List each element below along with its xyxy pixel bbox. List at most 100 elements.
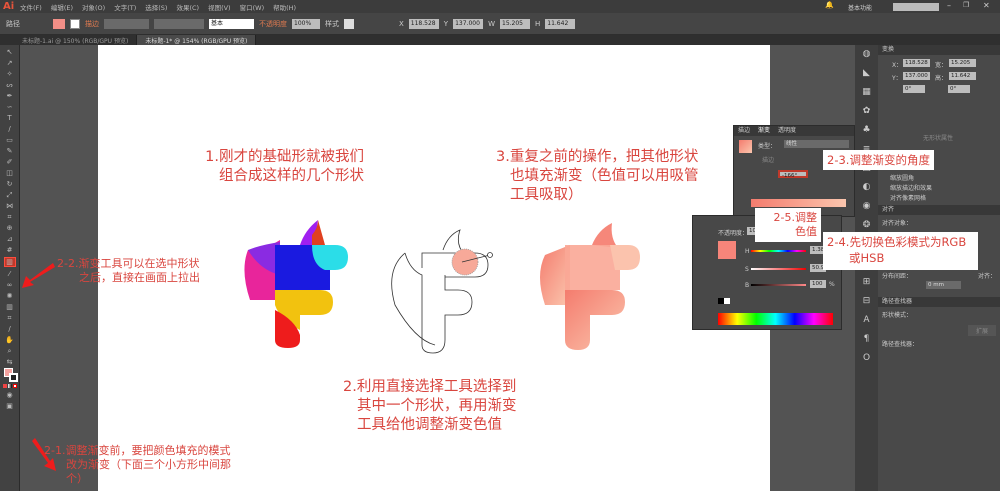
- stroke-weight[interactable]: [104, 18, 149, 29]
- pen-tool-icon[interactable]: ✒: [4, 92, 16, 100]
- b-value-field[interactable]: 100: [810, 280, 826, 288]
- hand-tool-icon[interactable]: ✋: [4, 336, 16, 344]
- curvature-tool-icon[interactable]: ∽: [4, 103, 16, 111]
- mesh-tool-icon[interactable]: #: [4, 246, 16, 254]
- color-mode-button[interactable]: [3, 384, 7, 388]
- gradient-slider[interactable]: [751, 199, 846, 207]
- free-transform-icon[interactable]: ⌗: [4, 213, 16, 221]
- tab-gradient[interactable]: 渐变: [758, 126, 770, 136]
- gradient-type-select[interactable]: 线性: [784, 140, 849, 148]
- menu-object[interactable]: 对象(O): [82, 2, 105, 12]
- hue-slider[interactable]: [751, 250, 806, 252]
- line-tool-icon[interactable]: /: [4, 125, 16, 133]
- bell-icon[interactable]: 🔔: [825, 1, 834, 9]
- screen-mode-icon[interactable]: ▣: [4, 402, 16, 410]
- menu-type[interactable]: 文字(T): [114, 2, 136, 12]
- appearance-icon[interactable]: ◉: [855, 197, 878, 216]
- h-field[interactable]: 11.642: [545, 18, 576, 29]
- tab-document-1[interactable]: 未标题-1.ai @ 150% (RGB/GPU 预览): [14, 35, 138, 45]
- scale-corners-checkbox[interactable]: 缩放圆角: [890, 173, 914, 182]
- colored-f-logo[interactable]: [244, 220, 348, 348]
- perspective-icon[interactable]: ⊿: [4, 235, 16, 243]
- type-tool-icon[interactable]: T: [4, 114, 16, 122]
- y-field[interactable]: 137.000: [453, 18, 484, 29]
- graph-tool-icon[interactable]: ▥: [4, 303, 16, 311]
- transform-h-field[interactable]: 11.642: [949, 72, 976, 80]
- stroke-style[interactable]: 基本: [209, 18, 254, 29]
- drawing-mode-icon[interactable]: ◉: [4, 391, 16, 399]
- x-field[interactable]: 118.528: [408, 18, 439, 29]
- character-icon[interactable]: A: [855, 311, 878, 330]
- artwork[interactable]: [240, 220, 640, 355]
- close-button[interactable]: ✕: [983, 1, 990, 10]
- w-field[interactable]: 15.205: [500, 18, 530, 29]
- tab-document-2[interactable]: 未标题-1* @ 154% (RGB/GPU 预览): [137, 35, 257, 45]
- menu-select[interactable]: 选择(S): [145, 2, 167, 12]
- scale-tool-icon[interactable]: ⤢: [4, 191, 16, 199]
- zoom-tool-icon[interactable]: ⌕: [4, 347, 16, 355]
- menu-help[interactable]: 帮助(H): [273, 2, 296, 12]
- menu-file[interactable]: 文件(F): [20, 2, 42, 12]
- transform-x-field[interactable]: 118.528: [903, 59, 930, 67]
- color-guide-icon[interactable]: ◣: [855, 64, 878, 83]
- symbols-icon[interactable]: ♣: [855, 121, 878, 140]
- gradient-end-handle[interactable]: [487, 252, 493, 258]
- shape-builder-icon[interactable]: ⊕: [4, 224, 16, 232]
- rectangle-tool-icon[interactable]: ▭: [4, 136, 16, 144]
- pixel-grid-checkbox[interactable]: 对齐像素网格: [890, 193, 926, 202]
- style-swatch[interactable]: [344, 18, 354, 29]
- brightness-slider[interactable]: [751, 284, 806, 286]
- paragraph-icon[interactable]: ¶: [855, 330, 878, 349]
- pencil-icon[interactable]: ✐: [4, 158, 16, 166]
- gradient-tool-icon[interactable]: ▥: [3, 257, 16, 267]
- swap-colors-icon[interactable]: ⇆: [4, 358, 16, 366]
- none-mode-button[interactable]: [13, 384, 17, 388]
- brushes-icon[interactable]: ✿: [855, 102, 878, 121]
- minimize-button[interactable]: –: [947, 1, 951, 10]
- width-tool-icon[interactable]: ⋈: [4, 202, 16, 210]
- menu-view[interactable]: 视图(V): [208, 2, 231, 12]
- selected-shape[interactable]: [451, 248, 479, 276]
- tab-stroke[interactable]: 描边: [738, 126, 750, 136]
- align-icon[interactable]: ⊟: [855, 292, 878, 311]
- variable-width[interactable]: [154, 18, 204, 29]
- stroke-label[interactable]: 描边: [85, 19, 99, 29]
- align-panel-title[interactable]: 对齐: [878, 205, 1000, 215]
- magic-wand-icon[interactable]: ✧: [4, 70, 16, 78]
- selection-tool-icon[interactable]: ↖: [4, 48, 16, 56]
- libraries-icon[interactable]: ▦: [855, 83, 878, 102]
- angle-field[interactable]: -166°: [778, 170, 808, 179]
- rotate-field[interactable]: 0°: [903, 85, 925, 93]
- expand-button[interactable]: 扩展: [968, 325, 997, 336]
- direct-selection-tool-icon[interactable]: ↗: [4, 59, 16, 67]
- opentype-icon[interactable]: O: [855, 349, 878, 368]
- transform-y-field[interactable]: 137.000: [903, 72, 930, 80]
- opacity-label[interactable]: 不透明度: [259, 19, 287, 29]
- gradient-f-logo[interactable]: [540, 223, 640, 350]
- blend-tool-icon[interactable]: ∞: [4, 281, 16, 289]
- menu-edit[interactable]: 编辑(E): [51, 2, 73, 12]
- shear-field[interactable]: 0°: [948, 85, 970, 93]
- color-spectrum[interactable]: [718, 313, 833, 325]
- stroke-color-swatch[interactable]: [9, 373, 18, 382]
- fill-swatch[interactable]: [53, 18, 65, 29]
- stroke-swatch[interactable]: [70, 18, 80, 29]
- outline-f-logo[interactable]: [391, 229, 493, 354]
- menu-window[interactable]: 窗口(W): [240, 2, 265, 12]
- workspace-switcher[interactable]: 基本功能: [848, 3, 872, 12]
- gradient-mode-button[interactable]: [8, 384, 12, 388]
- opacity-field[interactable]: 100%: [292, 18, 320, 29]
- slice-tool-icon[interactable]: /: [4, 325, 16, 333]
- white-swatch[interactable]: [724, 298, 730, 304]
- restore-button[interactable]: ❐: [963, 1, 969, 9]
- gradient-preview[interactable]: [739, 140, 752, 153]
- eyedropper-icon[interactable]: ⁄: [4, 270, 16, 278]
- transform-icon[interactable]: ⊞: [855, 273, 878, 292]
- transform-panel-title[interactable]: 变换: [878, 45, 1000, 55]
- search-input[interactable]: [893, 3, 939, 11]
- transparency-icon[interactable]: ◐: [855, 178, 878, 197]
- transform-w-field[interactable]: 15.205: [949, 59, 976, 67]
- rotate-tool-icon[interactable]: ↻: [4, 180, 16, 188]
- saturation-slider[interactable]: [751, 268, 806, 270]
- menu-effect[interactable]: 效果(C): [176, 2, 199, 12]
